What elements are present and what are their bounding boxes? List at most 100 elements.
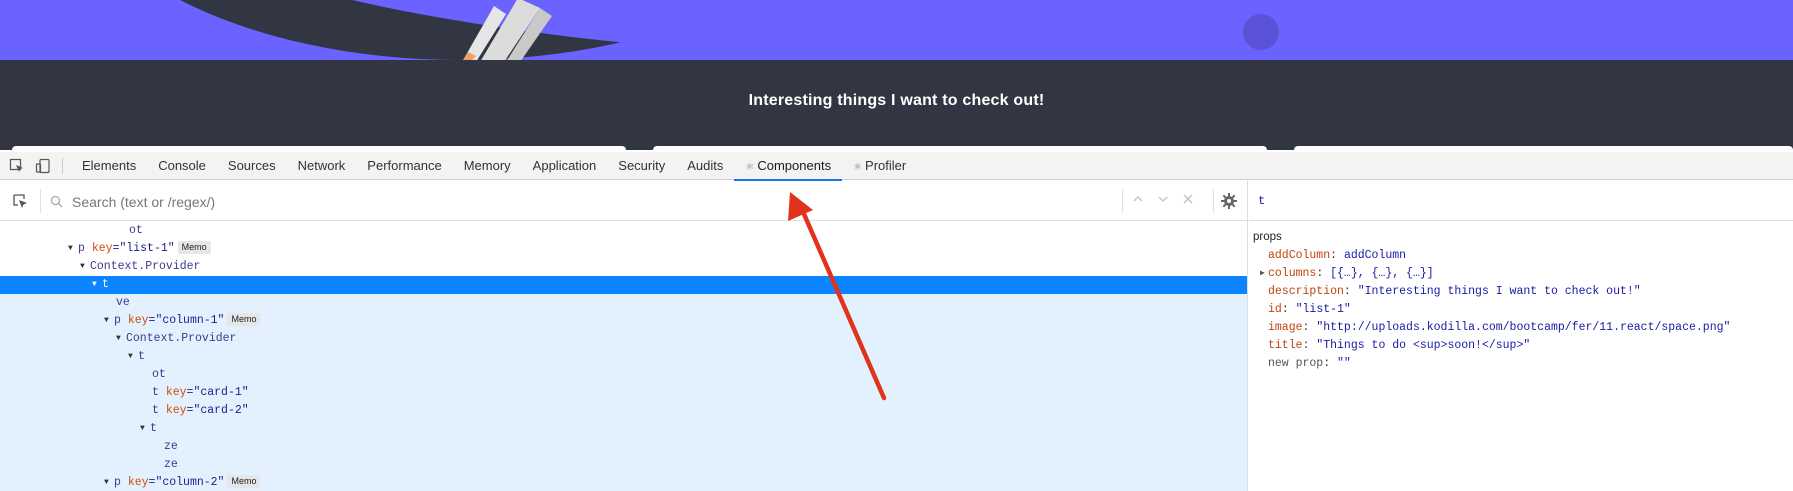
- key-attr: key: [91, 242, 113, 255]
- caret-down-icon[interactable]: ▼: [68, 240, 78, 258]
- prop-value[interactable]: addColumn: [1344, 249, 1406, 262]
- tree-node[interactable]: ot: [0, 366, 1247, 384]
- prop-value[interactable]: [{…}, {…}, {…}]: [1330, 267, 1434, 280]
- react-icon: ⚛: [745, 161, 755, 173]
- column-card: [653, 146, 1267, 150]
- tree-node[interactable]: t key="card-2": [0, 402, 1247, 420]
- prop-key: columns: [1268, 267, 1317, 280]
- node-name: ze: [164, 458, 178, 471]
- memo-badge: Memo: [227, 475, 261, 488]
- tree-node-selected[interactable]: ▼ t: [0, 276, 1247, 294]
- new-prop-value[interactable]: "": [1337, 357, 1351, 370]
- node-name: Context.Provider: [126, 332, 237, 345]
- node-name: Context.Provider: [90, 260, 201, 273]
- prop-value[interactable]: "http://uploads.kodilla.com/bootcamp/fer…: [1316, 321, 1730, 334]
- prop-key: title: [1268, 339, 1303, 352]
- tree-node[interactable]: ve: [0, 294, 1247, 312]
- settings-divider: [1213, 189, 1214, 213]
- select-element-icon[interactable]: [12, 193, 28, 214]
- key-attr: key: [165, 404, 187, 417]
- component-tree-pane: ot ▼p key="list-1"Memo ▼Context.Provider…: [0, 181, 1248, 491]
- tab-network[interactable]: Network: [287, 152, 357, 180]
- caret-down-icon[interactable]: ▼: [80, 258, 90, 276]
- tab-memory[interactable]: Memory: [453, 152, 522, 180]
- tab-components[interactable]: ⚛ Components: [734, 152, 842, 181]
- devtools-tabbar: Elements Console Sources Network Perform…: [0, 152, 1793, 181]
- prop-row[interactable]: description: "Interesting things I want …: [1249, 283, 1793, 301]
- prop-row[interactable]: id: "list-1": [1249, 301, 1793, 319]
- prop-key: image: [1268, 321, 1303, 334]
- key-value: "list-1": [119, 242, 175, 255]
- prop-value[interactable]: "list-1": [1296, 303, 1351, 316]
- web-page: Interesting things I want to check out!: [0, 0, 1793, 150]
- tab-profiler[interactable]: ⚛ Profiler: [842, 152, 917, 180]
- prop-row[interactable]: title: "Things to do <sup>soon!</sup>": [1249, 337, 1793, 355]
- prop-row[interactable]: addColumn: addColumn: [1249, 247, 1793, 265]
- tab-security[interactable]: Security: [607, 152, 676, 180]
- tab-elements[interactable]: Elements: [71, 152, 147, 180]
- key-attr: key: [165, 386, 187, 399]
- search-input[interactable]: [72, 191, 1112, 213]
- tree-node[interactable]: ▼ Context.Provider: [0, 258, 1247, 276]
- node-name: t: [150, 422, 157, 435]
- tree-node[interactable]: ▼ p key="column-1" Memo: [0, 312, 1247, 330]
- selected-component-name: t: [1249, 181, 1793, 221]
- caret-down-icon[interactable]: ▼: [128, 348, 138, 366]
- node-name: ot: [129, 224, 143, 237]
- node-name: ve: [116, 296, 130, 309]
- tree-node[interactable]: ▼ t: [0, 348, 1247, 366]
- moon-shape: [1243, 14, 1279, 50]
- close-icon[interactable]: [1180, 193, 1196, 209]
- caret-down-icon[interactable]: ▼: [104, 312, 114, 330]
- tree-node[interactable]: ze: [0, 456, 1247, 474]
- page-heading: Interesting things I want to check out!: [748, 92, 1045, 109]
- prop-value[interactable]: "Interesting things I want to check out!…: [1358, 285, 1641, 298]
- device-toolbar-icon[interactable]: [30, 152, 56, 180]
- react-icon: ⚛: [853, 161, 863, 173]
- caret-down-icon[interactable]: ▼: [92, 276, 102, 294]
- tree-node[interactable]: ▼ t: [0, 420, 1247, 438]
- node-name: t: [152, 404, 159, 417]
- key-value: "card-1": [193, 386, 249, 399]
- node-name: p: [114, 314, 121, 327]
- tab-audits[interactable]: Audits: [676, 152, 734, 180]
- new-prop-row[interactable]: new prop: "": [1249, 355, 1793, 373]
- node-name: ze: [164, 440, 178, 453]
- prop-value[interactable]: "Things to do <sup>soon!</sup>": [1316, 339, 1530, 352]
- caret-down-icon[interactable]: ▼: [104, 474, 114, 491]
- chevron-down-icon[interactable]: [1155, 193, 1171, 209]
- prop-row[interactable]: image: "http://uploads.kodilla.com/bootc…: [1249, 319, 1793, 337]
- prop-key: addColumn: [1268, 249, 1331, 262]
- tree-node[interactable]: ze: [0, 438, 1247, 456]
- tree-node[interactable]: ot: [0, 222, 1247, 240]
- prop-row[interactable]: ▶ columns: [{…}, {…}, {…}]: [1249, 265, 1793, 283]
- tab-sources[interactable]: Sources: [217, 152, 287, 180]
- chevron-up-icon[interactable]: [1130, 193, 1146, 209]
- gear-icon[interactable]: [1220, 192, 1238, 215]
- new-prop-key[interactable]: new prop: [1268, 357, 1323, 370]
- tab-console[interactable]: Console: [147, 152, 217, 180]
- tab-application[interactable]: Application: [522, 152, 608, 180]
- caret-down-icon[interactable]: ▼: [116, 330, 126, 348]
- tree-node[interactable]: ▼ p key="column-2" Memo: [0, 474, 1247, 491]
- tree-node[interactable]: ▼ p key="list-1" Memo: [0, 240, 1247, 258]
- prop-key: id: [1268, 303, 1282, 316]
- inspect-element-icon[interactable]: [4, 152, 30, 180]
- node-name: t: [102, 278, 109, 291]
- props-list: addColumn: addColumn ▶ columns: [{…}, {…}…: [1249, 247, 1793, 373]
- key-attr: key: [127, 314, 149, 327]
- tab-performance[interactable]: Performance: [356, 152, 452, 180]
- node-name: p: [78, 242, 85, 255]
- props-section-title: props: [1253, 231, 1282, 243]
- column-card: [1294, 146, 1793, 150]
- caret-right-icon[interactable]: ▶: [1260, 265, 1265, 283]
- node-name: p: [114, 476, 121, 489]
- caret-down-icon[interactable]: ▼: [140, 420, 150, 438]
- key-value: "column-1": [155, 314, 225, 327]
- tab-components-label: Components: [757, 157, 832, 173]
- node-name: ot: [152, 368, 166, 381]
- tree-node[interactable]: t key="card-1": [0, 384, 1247, 402]
- column-card: [12, 146, 626, 150]
- search-divider: [40, 189, 41, 213]
- tree-node[interactable]: ▼ Context.Provider: [0, 330, 1247, 348]
